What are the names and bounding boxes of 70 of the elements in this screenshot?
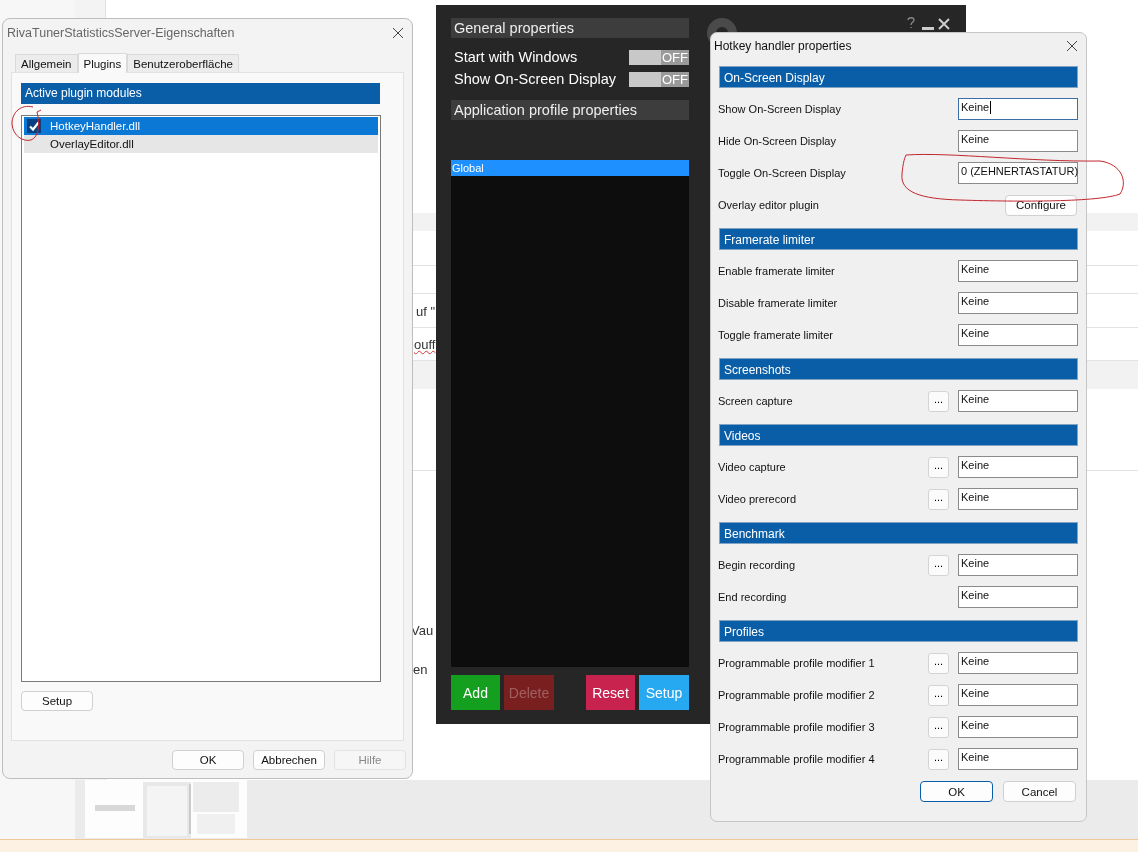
hotkey-field[interactable]: Keine bbox=[958, 652, 1078, 674]
text-fragment: en bbox=[413, 662, 428, 677]
checkbox[interactable] bbox=[27, 119, 41, 133]
tab[interactable]: Allgemein bbox=[15, 54, 78, 72]
hotkey-field[interactable]: Keine bbox=[958, 716, 1078, 738]
action-button[interactable]: Reset bbox=[586, 675, 635, 710]
text-fragment: ouff bbox=[414, 337, 436, 352]
close-icon[interactable] bbox=[1066, 40, 1078, 52]
hotkey-field[interactable]: Keine bbox=[958, 390, 1078, 412]
list-item[interactable]: OverlayEditor.dll bbox=[24, 135, 378, 153]
tab[interactable]: Benutzeroberfläche bbox=[127, 54, 239, 72]
setup-button[interactable]: Setup bbox=[21, 691, 93, 711]
field-label: Hide On-Screen Display bbox=[717, 135, 837, 147]
window-title: Hotkey handler properties bbox=[714, 39, 852, 53]
dialog-button[interactable]: OK bbox=[172, 749, 244, 770]
field-label: Enable framerate limiter bbox=[717, 265, 836, 277]
field-label: Show On-Screen Display bbox=[717, 103, 842, 115]
field-label: Programmable profile modifier 3 bbox=[717, 721, 876, 733]
close-icon[interactable] bbox=[392, 26, 404, 39]
hotkey-field[interactable]: Keine bbox=[958, 748, 1078, 770]
hotkey-field[interactable]: Keine bbox=[958, 456, 1078, 478]
field-label: Begin recording bbox=[717, 559, 797, 571]
hotkey-field[interactable]: Keine bbox=[958, 554, 1078, 576]
field-label: Video capture bbox=[717, 461, 787, 473]
browse-button[interactable]: ... bbox=[928, 488, 949, 510]
section-header: General properties bbox=[451, 18, 689, 38]
hotkey-field[interactable]: Keine bbox=[958, 488, 1078, 510]
browse-button[interactable]: ... bbox=[928, 748, 949, 770]
dialog-button[interactable]: Abbrechen bbox=[253, 749, 325, 770]
browse-button[interactable]: ... bbox=[928, 390, 949, 412]
browse-button[interactable]: ... bbox=[928, 716, 949, 738]
hotkey-field[interactable]: Keine bbox=[958, 260, 1078, 282]
hotkey-field[interactable]: Keine bbox=[958, 292, 1078, 314]
browse-button[interactable]: ... bbox=[928, 456, 949, 478]
field-label: Video prerecord bbox=[717, 493, 798, 505]
section-header: Screenshots bbox=[719, 358, 1078, 380]
field-label: Overlay editor plugin bbox=[717, 199, 820, 211]
dialog-button[interactable]: OK bbox=[920, 781, 993, 802]
hotkey-field[interactable]: Keine bbox=[958, 324, 1078, 346]
browse-button[interactable]: ... bbox=[928, 554, 949, 576]
field-label: Toggle On-Screen Display bbox=[717, 167, 847, 179]
field-label: Disable framerate limiter bbox=[717, 297, 839, 309]
text-fragment: uf " bbox=[416, 304, 436, 319]
field-label: Toggle framerate limiter bbox=[717, 329, 834, 341]
section-header: Profiles bbox=[719, 620, 1078, 642]
hotkey-field[interactable]: Keine bbox=[958, 130, 1078, 152]
section-header: On-Screen Display bbox=[719, 66, 1078, 88]
field-label: Programmable profile modifier 4 bbox=[717, 753, 876, 765]
hotkey-field[interactable]: Keine bbox=[958, 586, 1078, 608]
hotkey-field[interactable]: 0 (ZEHNERTASTATUR) bbox=[958, 162, 1078, 184]
field-label: Programmable profile modifier 2 bbox=[717, 689, 876, 701]
tab[interactable]: Plugins bbox=[77, 53, 128, 73]
list-item[interactable]: HotkeyHandler.dll bbox=[24, 117, 378, 135]
browse-button[interactable]: ... bbox=[928, 652, 949, 674]
window-title: RivaTunerStatisticsServer-Eigenschaften bbox=[7, 25, 235, 40]
section-header: Videos bbox=[719, 424, 1078, 446]
section-header: Active plugin modules bbox=[21, 83, 380, 104]
section-header: Application profile properties bbox=[451, 100, 689, 120]
dialog-button[interactable]: Cancel bbox=[1003, 781, 1076, 802]
field-label: End recording bbox=[717, 591, 788, 603]
configure-button[interactable]: Configure bbox=[1005, 194, 1077, 216]
setting-label: Show On-Screen Display bbox=[454, 71, 616, 87]
hotkey-field[interactable]: Keine bbox=[958, 98, 1078, 120]
hotkey-field[interactable]: Keine bbox=[958, 684, 1078, 706]
field-label: Screen capture bbox=[717, 395, 794, 407]
field-label: Programmable profile modifier 1 bbox=[717, 657, 876, 669]
section-header: Framerate limiter bbox=[719, 228, 1078, 250]
section-header: Benchmark bbox=[719, 522, 1078, 544]
browse-button[interactable]: ... bbox=[928, 684, 949, 706]
setting-label: Start with Windows bbox=[454, 49, 578, 65]
